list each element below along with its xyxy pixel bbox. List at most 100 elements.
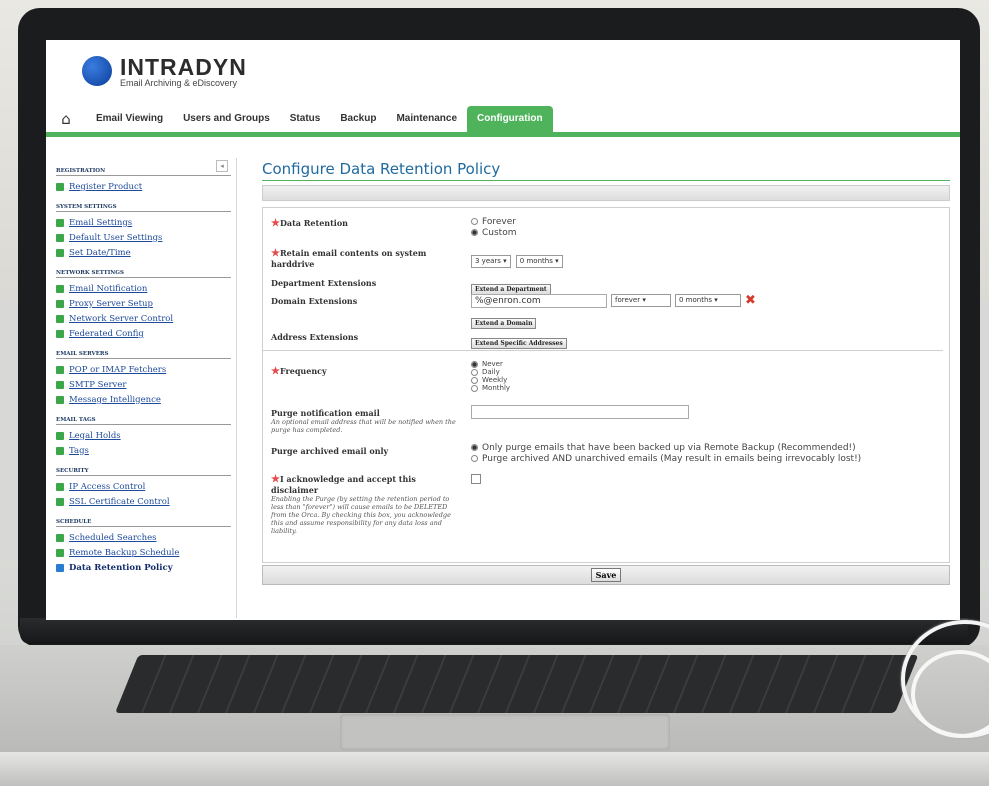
screen: INTRADYN Email Archiving & eDiscovery ⌂ … bbox=[46, 40, 960, 620]
collapse-sidebar-button[interactable]: ◂ bbox=[216, 160, 228, 172]
department-extensions-label: Department Extensions bbox=[271, 278, 377, 288]
sidebar-item-proxy-server-setup[interactable]: Proxy Server Setup bbox=[56, 296, 236, 311]
radio-dot bbox=[471, 360, 478, 368]
radio-daily[interactable]: Daily bbox=[471, 368, 510, 376]
sidebar-item-ssl-certificate-control[interactable]: SSL Certificate Control bbox=[56, 494, 236, 509]
nav-status[interactable]: Status bbox=[280, 106, 331, 132]
radio-dot bbox=[471, 455, 478, 462]
retain-selects: 3 years ▾ 0 months ▾ bbox=[471, 248, 563, 268]
arrow-icon bbox=[56, 482, 64, 491]
sidebar-section-email-tags: EMAIL TAGS bbox=[56, 417, 231, 425]
nav-backup[interactable]: Backup bbox=[330, 106, 386, 132]
sidebar-item-set-date-time[interactable]: Set Date/Time bbox=[56, 245, 236, 260]
address-extensions-label: Address Extensions bbox=[271, 332, 359, 342]
radio-dot bbox=[471, 384, 478, 392]
arrow-icon bbox=[56, 299, 64, 308]
domain-months-select[interactable]: 0 months ▾ bbox=[675, 294, 741, 307]
brand-logo: INTRADYN Email Archiving & eDiscovery bbox=[82, 54, 247, 88]
sidebar-item-email-notification[interactable]: Email Notification bbox=[56, 281, 236, 296]
sidebar-section-security: SECURITY bbox=[56, 468, 231, 476]
sidebar-item-tags[interactable]: Tags bbox=[56, 443, 236, 458]
brand-name: INTRADYN bbox=[120, 54, 247, 80]
arrow-icon bbox=[56, 248, 64, 257]
page-title: Configure Data Retention Policy bbox=[262, 160, 950, 181]
arrow-icon bbox=[56, 395, 64, 404]
domain-period-select[interactable]: forever ▾ bbox=[611, 294, 671, 307]
radio-dot bbox=[471, 444, 478, 451]
disclaimer-checkbox[interactable] bbox=[471, 474, 481, 484]
extend-addresses-button[interactable]: Extend Specific Addresses bbox=[471, 338, 567, 349]
sidebar: ◂ REGISTRATION Register Product SYSTEM S… bbox=[56, 158, 237, 618]
sidebar-item-email-settings[interactable]: Email Settings bbox=[56, 215, 236, 230]
arrow-icon bbox=[56, 233, 64, 242]
sidebar-item-ip-access-control[interactable]: IP Access Control bbox=[56, 479, 236, 494]
sidebar-item-federated-config[interactable]: Federated Config bbox=[56, 326, 236, 341]
disclaimer-help: Enabling the Purge (by setting the reten… bbox=[271, 495, 451, 535]
required-star-icon: ★ bbox=[271, 218, 280, 229]
radio-dot bbox=[471, 368, 478, 376]
sidebar-section-network-settings: NETWORK SETTINGS bbox=[56, 270, 231, 278]
section-divider bbox=[263, 350, 943, 351]
radio-weekly[interactable]: Weekly bbox=[471, 376, 510, 384]
arrow-icon bbox=[56, 497, 64, 506]
radio-purge-backed-up[interactable]: Only purge emails that have been backed … bbox=[471, 442, 861, 453]
sidebar-item-register-product[interactable]: Register Product bbox=[56, 179, 236, 194]
required-star-icon: ★ bbox=[271, 474, 280, 485]
purge-notification-label: Purge notification email An optional emai… bbox=[271, 408, 461, 434]
toolbar-strip bbox=[262, 185, 950, 201]
required-star-icon: ★ bbox=[271, 366, 280, 377]
save-button[interactable]: Save bbox=[590, 568, 622, 582]
required-star-icon: ★ bbox=[271, 248, 280, 259]
sidebar-item-pop-imap-fetchers[interactable]: POP or IMAP Fetchers bbox=[56, 362, 236, 377]
sidebar-item-message-intelligence[interactable]: Message Intelligence bbox=[56, 392, 236, 407]
nav-configuration[interactable]: Configuration bbox=[467, 106, 553, 132]
radio-custom[interactable]: Custom bbox=[471, 227, 516, 238]
retain-months-select[interactable]: 0 months ▾ bbox=[515, 255, 563, 268]
nav-users-and-groups[interactable]: Users and Groups bbox=[173, 106, 280, 132]
retain-label: ★Retain email contents on system harddri… bbox=[271, 248, 427, 269]
arrow-icon bbox=[56, 329, 64, 338]
purge-archived-label: Purge archived email only bbox=[271, 446, 389, 456]
sidebar-item-legal-holds[interactable]: Legal Holds bbox=[56, 428, 236, 443]
extend-domain-button[interactable]: Extend a Domain bbox=[471, 318, 537, 329]
main-content: Configure Data Retention Policy ★Data Re… bbox=[262, 160, 950, 585]
nav-maintenance[interactable]: Maintenance bbox=[386, 106, 467, 132]
data-retention-options: Forever Custom bbox=[471, 216, 516, 238]
arrow-icon bbox=[56, 563, 64, 572]
home-icon[interactable]: ⌂ bbox=[46, 110, 86, 128]
laptop-keyboard bbox=[115, 655, 919, 713]
laptop-front-edge bbox=[0, 752, 989, 786]
radio-dot bbox=[471, 376, 478, 384]
sidebar-item-smtp-server[interactable]: SMTP Server bbox=[56, 377, 236, 392]
radio-dot bbox=[471, 229, 478, 236]
arrow-icon bbox=[56, 314, 64, 323]
radio-monthly[interactable]: Monthly bbox=[471, 384, 510, 392]
save-bar: Save bbox=[262, 565, 950, 585]
retain-years-select[interactable]: 3 years ▾ bbox=[471, 255, 511, 268]
remove-domain-icon[interactable]: ✖ bbox=[745, 293, 756, 308]
arrow-icon bbox=[56, 548, 64, 557]
arrow-icon bbox=[56, 218, 64, 227]
arrow-icon bbox=[56, 431, 64, 440]
sidebar-item-data-retention-policy[interactable]: Data Retention Policy bbox=[56, 560, 236, 575]
top-nav: ⌂ Email Viewing Users and Groups Status … bbox=[46, 106, 960, 137]
retention-form: ★Data Retention Forever Custom ★Retain e… bbox=[262, 207, 950, 563]
sidebar-item-scheduled-searches[interactable]: Scheduled Searches bbox=[56, 530, 236, 545]
sidebar-item-remote-backup-schedule[interactable]: Remote Backup Schedule bbox=[56, 545, 236, 560]
arrow-icon bbox=[56, 380, 64, 389]
logo-circle-icon bbox=[82, 56, 112, 86]
sidebar-item-network-server-control[interactable]: Network Server Control bbox=[56, 311, 236, 326]
domain-input[interactable]: %@enron.com bbox=[471, 293, 607, 308]
domain-row: %@enron.com forever ▾ 0 months ▾ ✖ bbox=[471, 293, 756, 308]
purge-notification-input[interactable] bbox=[471, 405, 689, 419]
laptop-chin bbox=[20, 618, 968, 644]
arrow-icon bbox=[56, 533, 64, 542]
sidebar-item-default-user-settings[interactable]: Default User Settings bbox=[56, 230, 236, 245]
arrow-icon bbox=[56, 182, 64, 191]
radio-never[interactable]: Never bbox=[471, 360, 510, 368]
nav-email-viewing[interactable]: Email Viewing bbox=[86, 106, 173, 132]
radio-forever[interactable]: Forever bbox=[471, 216, 516, 227]
radio-purge-all[interactable]: Purge archived AND unarchived emails (Ma… bbox=[471, 453, 861, 464]
frequency-label: ★Frequency bbox=[271, 366, 327, 377]
arrow-icon bbox=[56, 284, 64, 293]
